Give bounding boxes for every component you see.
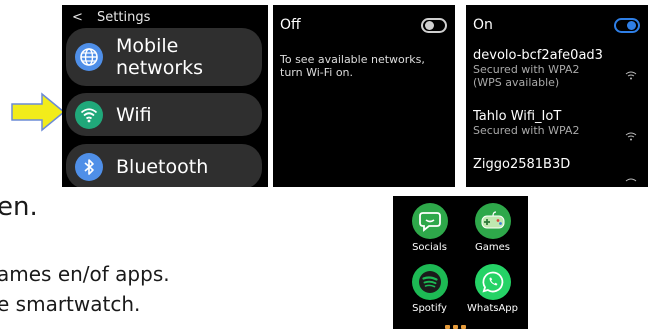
settings-screen: < Settings Mobile networks Wifi Bluetoot… [62,5,268,187]
network-name: Ziggo2581B3D [473,157,571,172]
settings-item-wifi[interactable]: Wifi [66,93,262,136]
network-name: devolo-bcf2afe0ad3 [473,48,603,63]
gamepad-icon [474,203,511,239]
chat-icon [411,203,448,239]
app-label: WhatsApp [466,303,519,314]
network-status: Secured with WPA2 (WPS available) [473,63,580,89]
wifi-signal-icon [625,132,637,141]
app-spotify[interactable]: Spotify [402,264,457,314]
app-games[interactable]: Games [465,203,520,253]
document-text-line: en. [0,192,38,222]
network-name: Tahlo Wifi_IoT [473,109,562,124]
wifi-on-screen: On devolo-bcf2afe0ad3 Secured with WPA2 … [466,5,648,187]
wifi-toggle[interactable] [614,17,640,33]
wifi-toggle-label: Off [280,17,301,33]
app-label: Games [475,242,510,253]
wifi-signal-icon [625,178,637,182]
document-text-line: e smartwatch. [0,292,141,316]
bluetooth-icon [75,152,103,181]
wifi-toggle-label: On [473,17,493,33]
network-list-item[interactable]: Ziggo2581B3D [473,157,643,182]
app-label: Spotify [412,303,447,314]
spotify-icon [411,264,448,300]
apps-screen: Socials Games Spotify WhatsApp [393,196,528,329]
settings-item-label: Wifi [116,103,152,126]
arrow-right-icon [11,92,66,132]
wifi-toggle-row[interactable]: On [473,17,640,33]
settings-item-bluetooth[interactable]: Bluetooth [66,144,262,187]
network-list-item[interactable]: Tahlo Wifi_IoT Secured with WPA2 [473,109,643,141]
wifi-off-message: To see available networks, turn Wi-Fi on… [280,53,425,79]
wifi-icon [75,100,103,129]
settings-item-mobile-networks[interactable]: Mobile networks [66,28,262,86]
network-list-item[interactable]: devolo-bcf2afe0ad3 Secured with WPA2 (WP… [473,48,643,89]
app-whatsapp[interactable]: WhatsApp [465,264,520,314]
back-button[interactable]: < [72,10,83,25]
wifi-off-screen: Off To see available networks, turn Wi-F… [273,5,455,187]
network-status: Secured with WPA2 [473,124,580,137]
whatsapp-icon [474,264,511,300]
settings-item-label: Bluetooth [116,155,209,178]
page-indicator [445,325,475,329]
settings-title: Settings [97,10,151,25]
settings-item-label: Mobile networks [116,35,204,79]
wifi-signal-icon [625,71,637,80]
app-socials[interactable]: Socials [402,203,457,253]
app-label: Socials [412,242,447,253]
settings-header: < Settings [72,10,150,25]
wifi-toggle[interactable] [421,17,447,33]
wifi-toggle-row[interactable]: Off [280,17,447,33]
document-text-line: ames en/of apps. [0,262,170,286]
globe-icon [75,43,103,71]
